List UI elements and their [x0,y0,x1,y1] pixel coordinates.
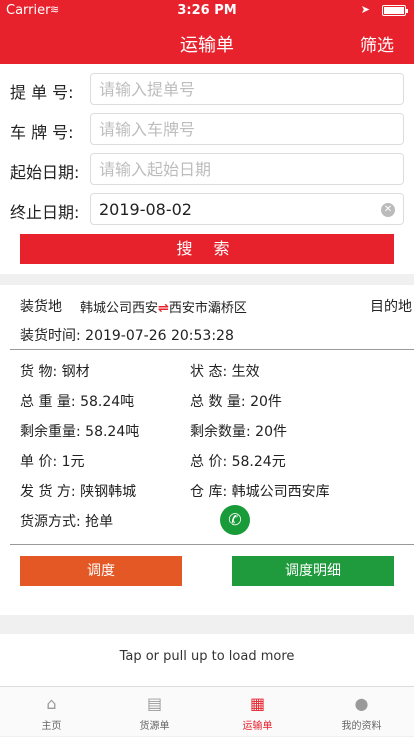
search-button[interactable]: 搜 索 [20,234,394,264]
end-date-row: 终止日期: ✕ [0,193,414,225]
tab-label: 我的资料 [341,721,382,732]
transport-doc-icon: ▦ [249,694,266,713]
clock: 3:26 PM [177,3,237,18]
nav-bar: 运输单 筛选 [0,20,414,64]
unit-price: 单 价: 1元 [20,454,85,470]
source-type: 货源方式: 抢单 [20,514,114,530]
user-icon: ● [354,694,369,713]
start-date-label: 起始日期: [10,163,80,182]
load-more[interactable]: Tap or pull up to load more [0,634,414,686]
tab-label: 主页 [41,721,62,732]
divider [10,544,414,545]
bill-field[interactable] [90,73,404,105]
total-qty: 总 数 量: 20件 [190,394,282,410]
end-date-label: 终止日期: [10,203,80,222]
bill-input[interactable] [91,74,371,104]
tab-label: 货源单 [139,721,170,732]
search-form: 提 单 号: 车 牌 号: 起始日期: 终止日期: ✕ 搜 索 [0,64,414,274]
tab-profile[interactable]: ● 我的资料 [309,687,414,737]
shipper: 发 货 方: 陕钢韩城 [20,484,137,500]
end-date-input[interactable] [91,194,371,224]
destination-label: 目的地 [370,299,412,315]
tab-label: 运输单 [242,721,273,732]
loading-place-label: 装货地 [20,299,62,315]
route: 韩城公司西安⇌西安市灞桥区 [80,297,247,316]
total-weight: 总 重 量: 58.24吨 [20,394,135,410]
clipboard-icon: ▤ [146,694,163,713]
start-date-field[interactable] [90,153,404,185]
divider [10,349,414,350]
status-bar: Carrier ≋ 3:26 PM ➤ [0,0,414,20]
clear-icon[interactable]: ✕ [381,203,395,217]
swap-arrow-icon: ⇌ [158,301,169,316]
location-icon: ➤ [360,3,370,16]
order-card[interactable]: 装货地 韩城公司西安⇌西安市灞桥区 目的地 装货时间: 2019-07-26 2… [0,285,414,615]
start-date-input[interactable] [91,154,371,184]
tab-transport-orders[interactable]: ▦ 运输单 [206,687,309,737]
home-icon: ⌂ [46,694,57,713]
plate-row: 车 牌 号: [0,113,414,145]
load-time: 装货时间: 2019-07-26 20:53:28 [20,328,234,344]
end-date-field[interactable]: ✕ [90,193,404,225]
filter-button[interactable]: 筛选 [360,31,394,56]
page-title: 运输单 [180,35,234,56]
route-to: 西安市灞桥区 [168,301,247,316]
plate-input[interactable] [91,114,371,144]
tab-source-orders[interactable]: ▤ 货源单 [103,687,206,737]
plate-field[interactable] [90,113,404,145]
plate-label: 车 牌 号: [10,123,74,142]
bill-label: 提 单 号: [10,83,74,102]
state: 状 态: 生效 [190,364,260,380]
remain-weight: 剩余重量: 58.24吨 [20,424,140,440]
goods: 货 物: 钢材 [20,364,90,380]
bill-row: 提 单 号: [0,73,414,105]
phone-icon[interactable]: ✆ [220,505,250,535]
tab-bar: ⌂ 主页 ▤ 货源单 ▦ 运输单 ● 我的资料 [0,686,414,736]
start-date-row: 起始日期: [0,153,414,185]
total-price: 总 价: 58.24元 [190,454,286,470]
route-from: 韩城公司西安 [80,301,159,316]
warehouse: 仓 库: 韩城公司西安库 [190,484,330,500]
battery-icon [382,5,408,16]
dispatch-detail-button[interactable]: 调度明细 [232,556,394,586]
remain-qty: 剩余数量: 20件 [190,424,287,440]
dispatch-button[interactable]: 调度 [20,556,182,586]
tab-home[interactable]: ⌂ 主页 [0,687,103,737]
